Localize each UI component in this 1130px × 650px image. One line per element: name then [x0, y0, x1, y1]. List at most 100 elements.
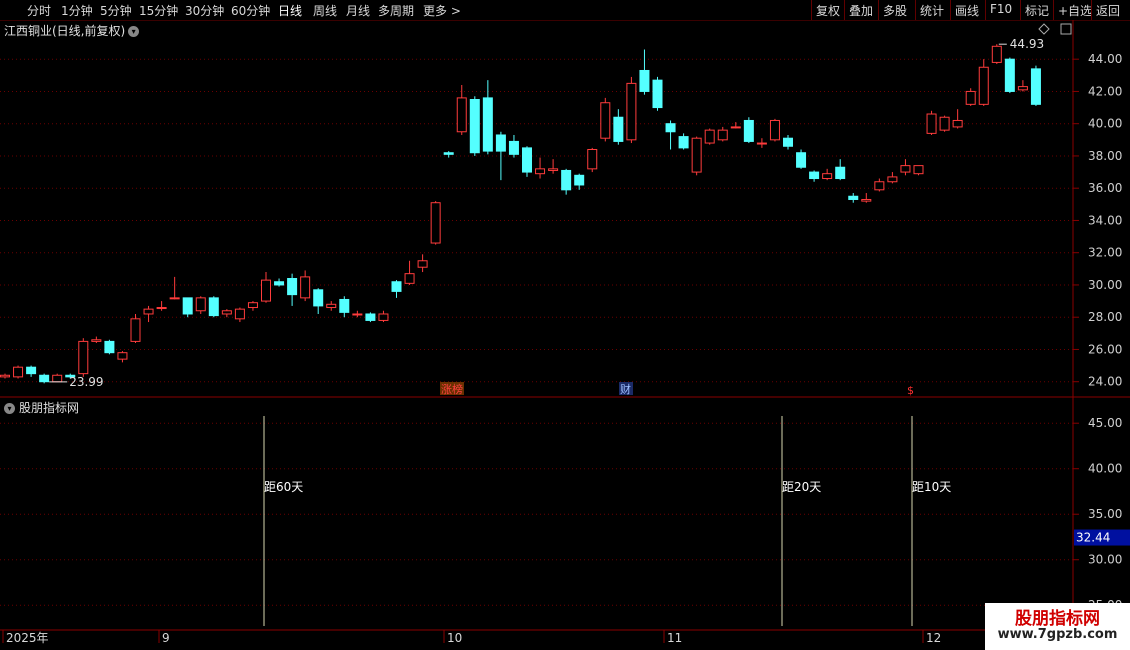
- candle-up[interactable]: [430, 202, 441, 244]
- candle-down[interactable]: [208, 297, 219, 317]
- candle-down[interactable]: [313, 289, 324, 307]
- candle-up[interactable]: [965, 90, 976, 105]
- watermark-title: 股朋指标网: [1015, 609, 1100, 629]
- candle-up[interactable]: [130, 318, 141, 342]
- diamond-icon[interactable]: [1038, 23, 1050, 35]
- candle-down[interactable]: [665, 123, 676, 133]
- indicator-panel-title[interactable]: ▾ 股朋指标网: [4, 399, 79, 416]
- candle-down[interactable]: [1004, 58, 1015, 92]
- candle-down[interactable]: [482, 97, 493, 152]
- candle-down[interactable]: [39, 374, 50, 383]
- candle-up[interactable]: [195, 297, 206, 312]
- candle-down[interactable]: [365, 313, 376, 321]
- candle-down[interactable]: [495, 134, 506, 152]
- candle-up[interactable]: [456, 97, 467, 133]
- candle-up[interactable]: [587, 148, 598, 170]
- chevron-down-icon[interactable]: ▾: [4, 403, 15, 414]
- candle-up[interactable]: [378, 313, 389, 321]
- candle-down[interactable]: [508, 140, 519, 155]
- candle-up[interactable]: [326, 303, 337, 309]
- candle-down[interactable]: [835, 166, 846, 180]
- candlestick-chart[interactable]: 44.00 42.00 40.00 38.00 36.00 34.00 32.00 30.00…: [0, 0, 1130, 650]
- candle-down[interactable]: [287, 278, 298, 296]
- candle-down[interactable]: [182, 297, 193, 315]
- candle-down[interactable]: [639, 69, 650, 92]
- candle-down[interactable]: [469, 99, 480, 154]
- candle-up[interactable]: [939, 116, 950, 131]
- candle-up[interactable]: [548, 168, 559, 171]
- candle-up[interactable]: [874, 181, 885, 191]
- candle-up[interactable]: [887, 176, 898, 183]
- dollar-marker: $: [907, 384, 914, 397]
- candle-down[interactable]: [796, 152, 807, 168]
- price-axis-label: 28.00: [1088, 310, 1122, 324]
- candle-up[interactable]: [691, 137, 702, 173]
- distance-label: 距10天: [912, 480, 951, 494]
- candle-up[interactable]: [822, 173, 833, 180]
- price-axis-label: 34.00: [1088, 213, 1122, 227]
- candle-up[interactable]: [247, 302, 258, 309]
- candle-up[interactable]: [300, 276, 311, 299]
- candle-up[interactable]: [600, 102, 611, 139]
- candle-up[interactable]: [861, 198, 872, 202]
- candle-up[interactable]: [221, 310, 232, 315]
- candle-up[interactable]: [769, 119, 780, 141]
- candle-down[interactable]: [652, 79, 663, 109]
- cai-marker: 财: [620, 382, 631, 396]
- candle-down[interactable]: [274, 281, 285, 286]
- candle-up[interactable]: [169, 297, 180, 300]
- candle-down[interactable]: [391, 281, 402, 292]
- candle-up[interactable]: [926, 113, 937, 134]
- candle-up[interactable]: [626, 82, 637, 141]
- indicator-axis-label: 45.00: [1088, 416, 1122, 430]
- candle-down[interactable]: [561, 169, 572, 191]
- candle-down[interactable]: [104, 340, 115, 354]
- candle-up[interactable]: [730, 126, 741, 129]
- candle-up[interactable]: [913, 165, 924, 175]
- candle-up[interactable]: [535, 168, 546, 175]
- candle-down[interactable]: [1030, 68, 1041, 105]
- candle-up[interactable]: [352, 313, 363, 316]
- candle-up[interactable]: [1017, 86, 1028, 91]
- candle-down[interactable]: [809, 171, 820, 180]
- candle-down[interactable]: [522, 147, 532, 173]
- candle-up[interactable]: [13, 366, 24, 378]
- candle-down[interactable]: [574, 174, 585, 186]
- candle-up[interactable]: [717, 129, 728, 141]
- candle-up[interactable]: [234, 308, 245, 320]
- date-axis-label: 12: [926, 631, 941, 645]
- candle-up[interactable]: [952, 119, 963, 128]
- date-axis-label: 11: [667, 631, 682, 645]
- candle-up[interactable]: [978, 66, 989, 105]
- watermark: 股朋指标网 www.7gpzb.com: [985, 603, 1130, 650]
- candle-down[interactable]: [678, 136, 689, 149]
- candle-down[interactable]: [848, 195, 859, 200]
- candle-down[interactable]: [613, 116, 624, 142]
- price-axis-label: 38.00: [1088, 149, 1122, 163]
- panel-layout-icon[interactable]: [1060, 23, 1072, 35]
- candle-up[interactable]: [0, 374, 10, 378]
- candle-up[interactable]: [417, 260, 428, 268]
- candle-down[interactable]: [339, 298, 350, 313]
- candle-up[interactable]: [156, 307, 167, 310]
- candle-up[interactable]: [117, 352, 128, 360]
- candle-down[interactable]: [743, 119, 754, 142]
- candle-up[interactable]: [78, 340, 89, 375]
- candle-up[interactable]: [900, 165, 911, 173]
- candle-up[interactable]: [52, 374, 63, 383]
- date-axis-label: 2025年: [6, 631, 49, 645]
- candle-up[interactable]: [91, 339, 102, 342]
- candle-up[interactable]: [991, 45, 1002, 63]
- candle-up[interactable]: [704, 129, 715, 144]
- candle-down[interactable]: [783, 137, 793, 147]
- price-axis-label: 24.00: [1088, 375, 1122, 389]
- candle-up[interactable]: [404, 273, 415, 284]
- current-value-label: 32.44: [1076, 531, 1110, 545]
- candle-down[interactable]: [26, 366, 37, 375]
- candle-up[interactable]: [756, 142, 767, 145]
- price-axis-label: 42.00: [1088, 84, 1122, 98]
- candle-up[interactable]: [261, 279, 271, 302]
- candle-down[interactable]: [443, 152, 454, 155]
- candle-up[interactable]: [143, 308, 154, 315]
- min-price-label: 23.99: [69, 375, 103, 389]
